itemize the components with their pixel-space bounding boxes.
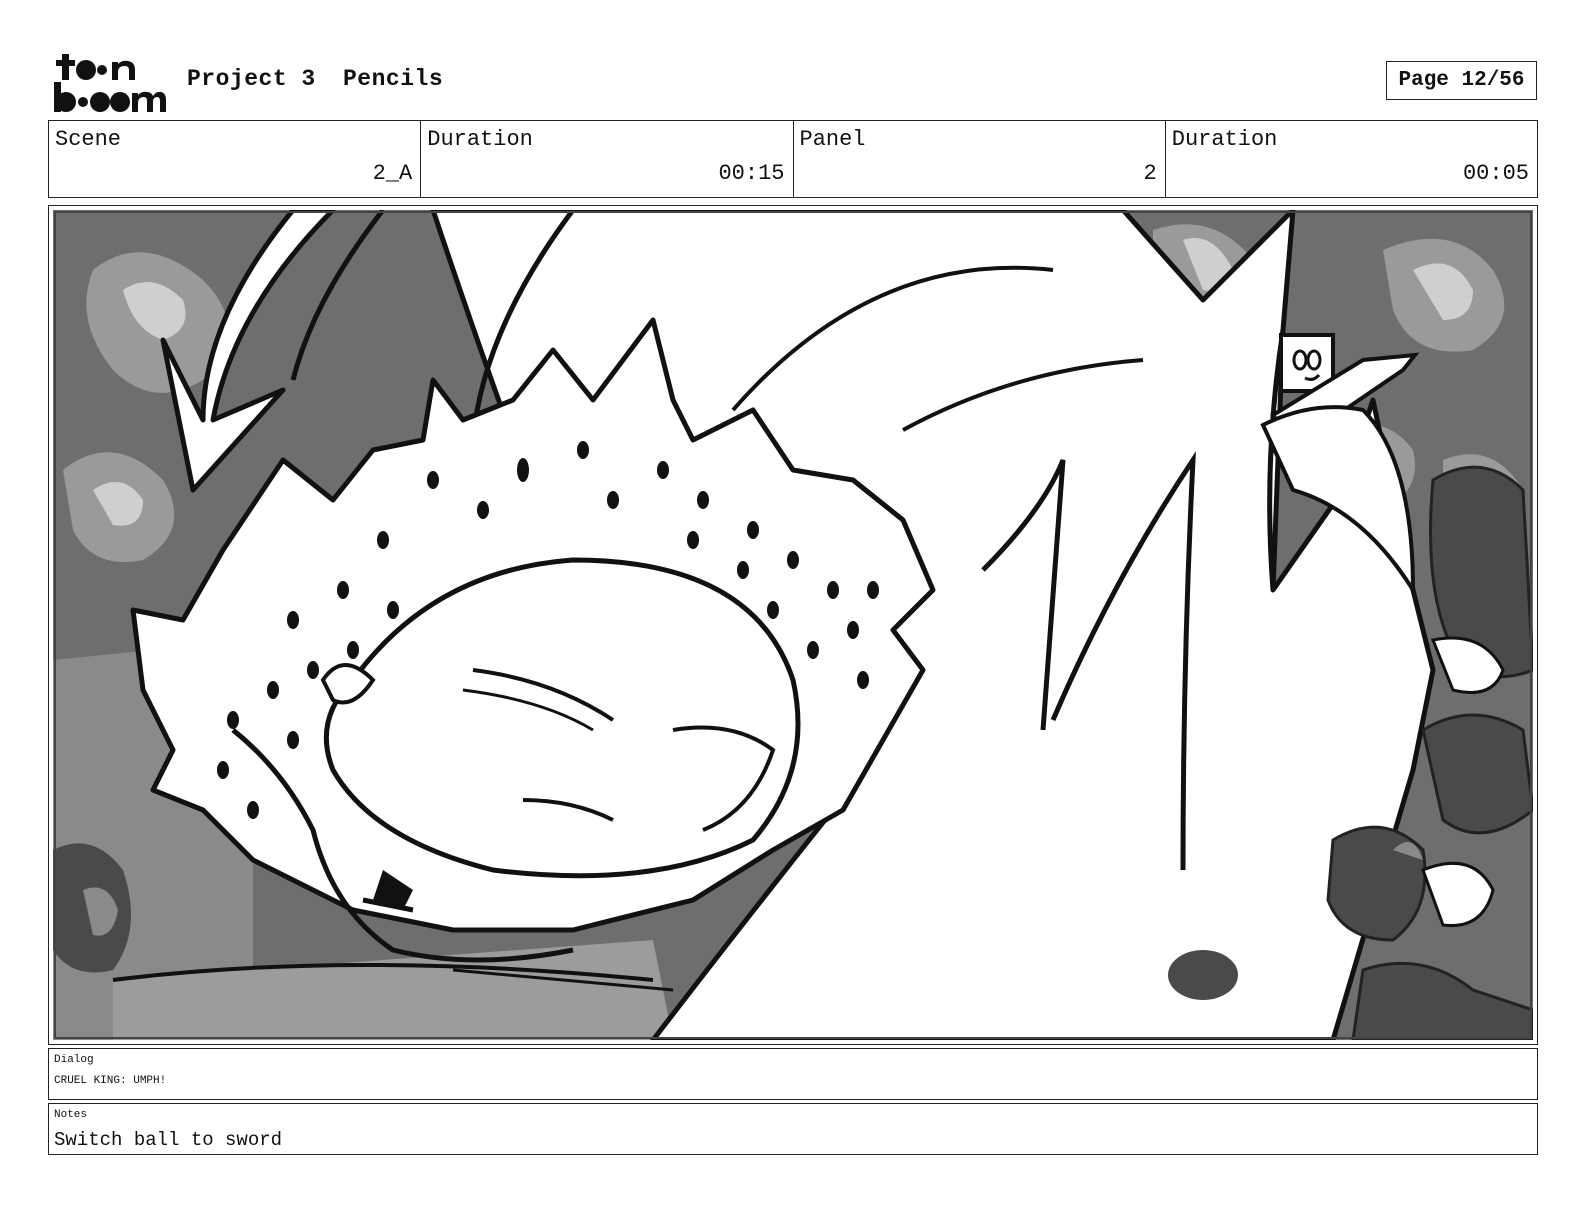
dialog-label: Dialog xyxy=(54,1054,94,1066)
panel-duration-label: Duration xyxy=(1171,127,1278,152)
scene-label: Scene xyxy=(55,127,122,152)
panel-info-row: Scene 2_A Duration 00:15 Panel 2 Duratio… xyxy=(48,120,1538,198)
panel-label: Panel xyxy=(799,127,866,152)
scene-duration-label: Duration xyxy=(427,127,533,152)
dialog-text: CRUEL KING: UMPH! xyxy=(54,1075,167,1087)
notes-text: Switch ball to sword xyxy=(54,1129,283,1151)
scene-duration-value: 00:15 xyxy=(718,161,785,186)
scene-cell: Scene 2_A xyxy=(49,121,422,197)
scene-duration-cell: Duration 00:15 xyxy=(421,121,794,197)
panel-value: 2 xyxy=(1143,161,1157,186)
panel-duration-cell: Duration 00:05 xyxy=(1166,121,1537,197)
panel-duration-value: 00:05 xyxy=(1462,161,1529,186)
toonboom-logo xyxy=(50,50,166,114)
notes-box: Notes Switch ball to sword xyxy=(48,1103,1538,1155)
panel-cell: Panel 2 xyxy=(794,121,1166,197)
page-indicator: Page 12/56 xyxy=(1386,61,1537,100)
storyboard-panel xyxy=(48,205,1538,1045)
scene-value: 2_A xyxy=(372,161,413,186)
panel-artwork xyxy=(53,210,1533,1040)
stage-name: Pencils xyxy=(343,66,444,92)
notes-label: Notes xyxy=(54,1109,88,1121)
project-name: Project 3 xyxy=(187,66,316,92)
dialog-box: Dialog CRUEL KING: UMPH! xyxy=(48,1048,1538,1100)
